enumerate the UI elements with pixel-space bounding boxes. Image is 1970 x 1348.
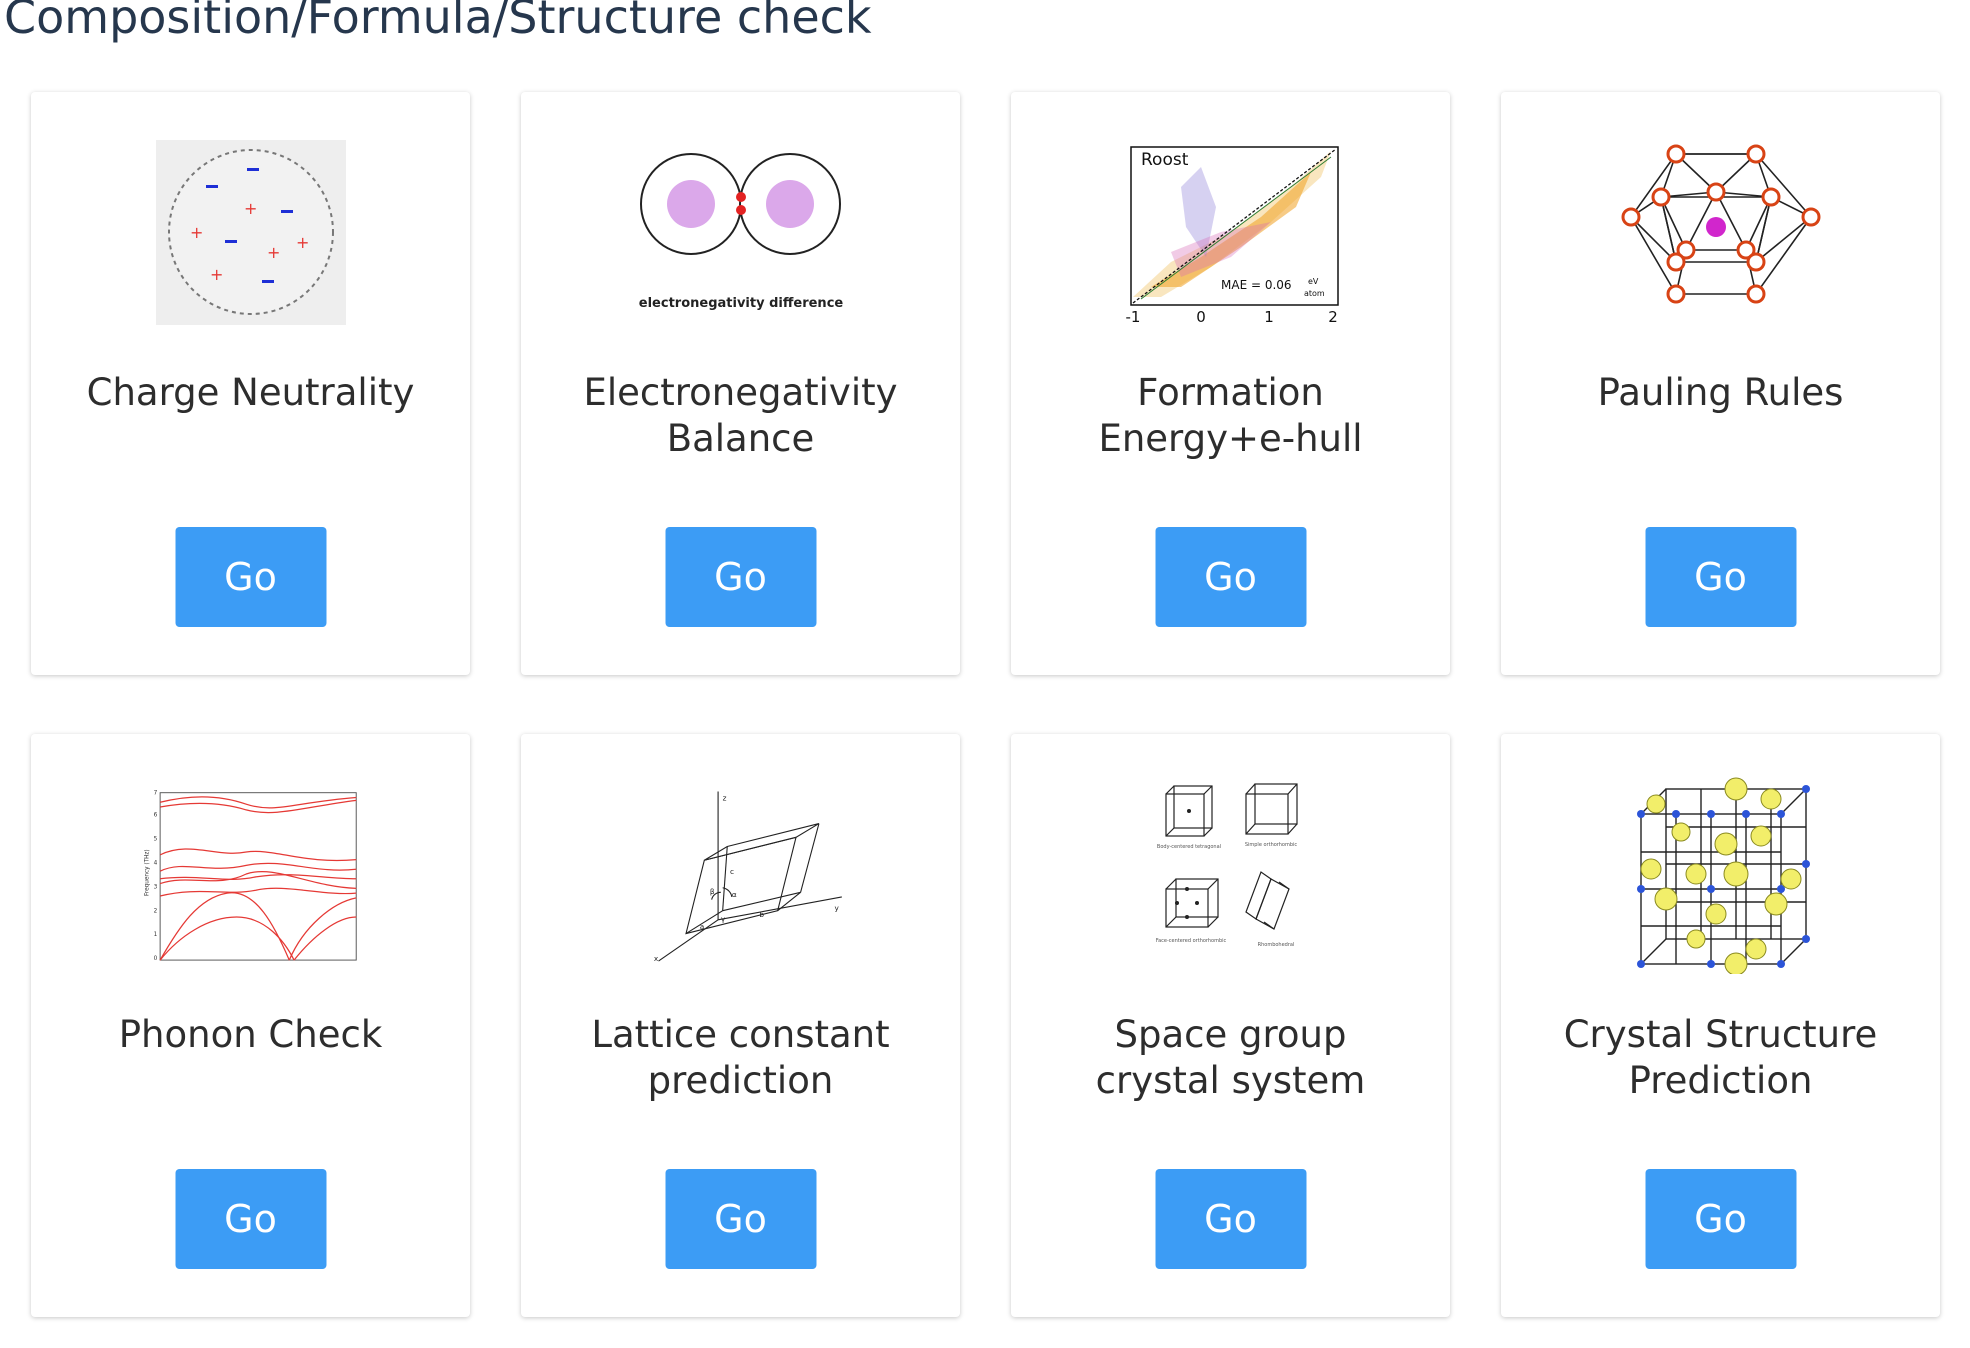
roost-parity-plot-icon: Roost MAE = 0.06 eV atom -1 0 1 2 xyxy=(1121,132,1341,332)
svg-text:+: + xyxy=(296,233,309,252)
edge-label: a xyxy=(699,922,704,931)
svg-text:+: + xyxy=(210,265,223,284)
axis-label: y xyxy=(834,904,839,913)
ytick: 3 xyxy=(153,884,157,890)
card-title: Lattice constant prediction xyxy=(591,1013,890,1102)
go-button-phonon-check[interactable]: Go xyxy=(175,1169,326,1269)
tick-label: 2 xyxy=(1328,308,1338,326)
card-title: Pauling Rules xyxy=(1597,371,1844,414)
plus-charge: + xyxy=(244,199,257,218)
card-title: Charge Neutrality xyxy=(86,371,415,414)
card-space-group: Body-centered tetragonal Simple orthorho… xyxy=(1011,734,1450,1317)
angle-label: α xyxy=(731,890,736,899)
ytick: 5 xyxy=(153,837,157,843)
go-button-formation-energy[interactable]: Go xyxy=(1155,527,1306,627)
svg-text:+: + xyxy=(267,243,280,262)
go-button-lattice-constant[interactable]: Go xyxy=(665,1169,816,1269)
caption: Rhombohedral xyxy=(1257,942,1294,948)
card-charge-neutrality: + + + + + Charge Neutrality Go xyxy=(31,92,470,675)
card-phonon-check: 0 1 2 3 4 5 6 7 Frequency (THz) Phonon C… xyxy=(31,734,470,1317)
electronegativity-icon: electronegativity difference xyxy=(631,132,851,332)
card-title: Space group crystal system xyxy=(1095,1013,1366,1102)
card-title: Formation Energy+e-hull xyxy=(1098,371,1363,460)
angle-label: γ xyxy=(720,915,725,924)
caption: Body-centered tetragonal xyxy=(1156,844,1220,850)
ytick: 2 xyxy=(153,908,157,914)
mae-unit-num: eV xyxy=(1308,277,1319,286)
card-electronegativity-balance: electronegativity difference Electronega… xyxy=(521,92,960,675)
ytick: 4 xyxy=(153,860,157,866)
phonon-dispersion-icon: 0 1 2 3 4 5 6 7 Frequency (THz) xyxy=(141,774,361,974)
ytick: 1 xyxy=(153,932,157,938)
card-pauling-rules: Pauling Rules Go xyxy=(1501,92,1940,675)
card-title: Phonon Check xyxy=(118,1013,383,1056)
axis-label: x xyxy=(653,954,658,963)
go-button-space-group[interactable]: Go xyxy=(1155,1169,1306,1269)
pauling-polyhedron-icon xyxy=(1611,132,1831,332)
crystal-systems-icon: Body-centered tetragonal Simple orthorho… xyxy=(1121,774,1341,974)
edge-label: c xyxy=(730,867,734,876)
go-button-charge-neutrality[interactable]: Go xyxy=(175,527,326,627)
crystal-structure-icon xyxy=(1611,774,1831,974)
plot-label: Roost xyxy=(1141,150,1189,170)
card-formation-energy: Roost MAE = 0.06 eV atom -1 0 1 2 Format… xyxy=(1011,92,1450,675)
go-button-crystal-structure[interactable]: Go xyxy=(1645,1169,1796,1269)
card-title: Electronegativity Balance xyxy=(583,371,898,460)
card-title: Crystal Structure Prediction xyxy=(1563,1013,1878,1102)
card-crystal-structure: Crystal Structure Prediction Go xyxy=(1501,734,1940,1317)
ytick: 6 xyxy=(153,813,157,819)
tick-label: 1 xyxy=(1264,308,1274,326)
plot-mae: MAE = 0.06 xyxy=(1221,278,1292,292)
card-lattice-constant: z y x a b c α β γ Lattice constant predi… xyxy=(521,734,960,1317)
lattice-parameters-icon: z y x a b c α β γ xyxy=(631,774,851,974)
mae-unit-den: atom xyxy=(1304,289,1325,298)
svg-text:+: + xyxy=(190,223,203,242)
ytick: 0 xyxy=(153,956,157,962)
edge-label: b xyxy=(759,910,764,919)
ytick: 7 xyxy=(153,791,157,797)
tick-label: 0 xyxy=(1196,308,1206,326)
page-title: Composition/Formula/Structure check xyxy=(4,0,872,44)
go-button-pauling-rules[interactable]: Go xyxy=(1645,527,1796,627)
charge-neutrality-icon: + + + + + xyxy=(141,132,361,332)
caption: Face-centered orthorhombic xyxy=(1155,938,1226,944)
electronegativity-caption: electronegativity difference xyxy=(638,296,843,311)
tick-label: -1 xyxy=(1125,308,1140,326)
angle-label: β xyxy=(709,887,714,896)
ylabel: Frequency (THz) xyxy=(144,849,150,896)
card-grid: + + + + + Charge Neutrality Go electrone… xyxy=(31,92,1940,1317)
axis-label: z xyxy=(722,794,726,803)
go-button-electronegativity[interactable]: Go xyxy=(665,527,816,627)
caption: Simple orthorhombic xyxy=(1244,842,1297,848)
